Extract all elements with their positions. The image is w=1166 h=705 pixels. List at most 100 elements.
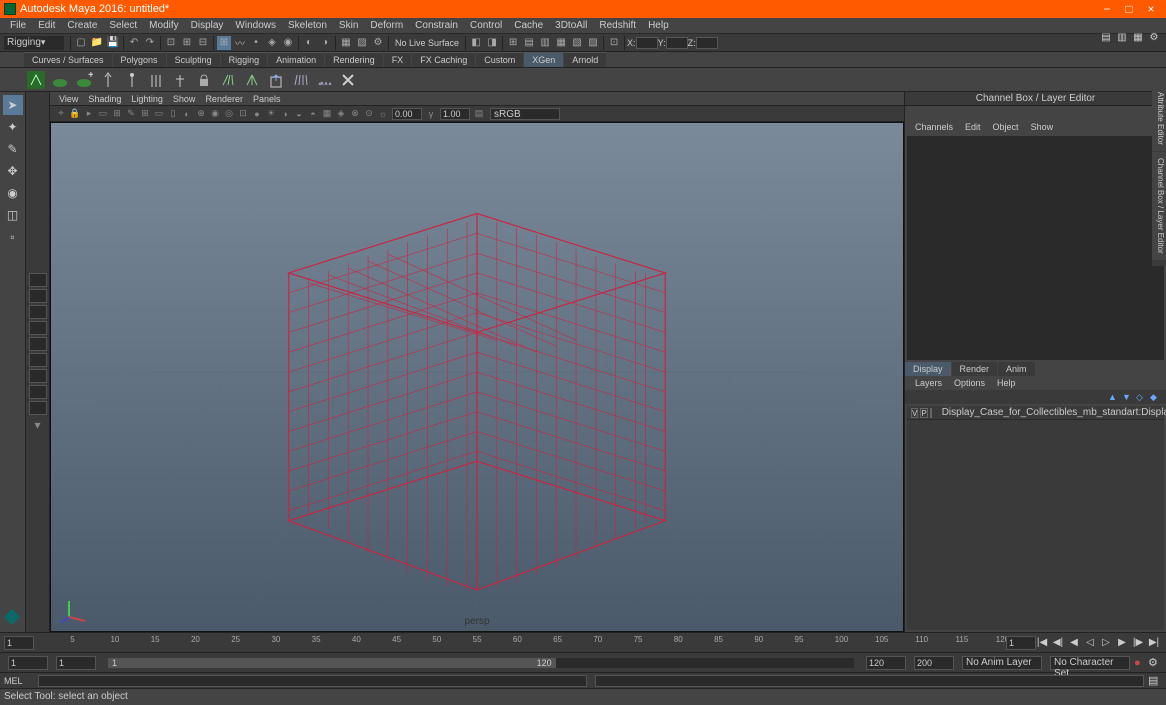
- range-start-outer-input[interactable]: [8, 656, 48, 670]
- xgen-description-icon[interactable]: [50, 70, 70, 90]
- layout-uv-icon[interactable]: [29, 401, 47, 415]
- modeling-toolkit-toggle-icon[interactable]: ⚙: [1147, 30, 1161, 44]
- select-hierarchy-icon[interactable]: ⊡: [164, 36, 178, 50]
- menu-create[interactable]: Create: [61, 20, 103, 31]
- undo-icon[interactable]: ↶: [127, 36, 141, 50]
- layout-outliner-icon[interactable]: [29, 353, 47, 367]
- channel-menu-edit[interactable]: Edit: [959, 122, 987, 132]
- side-tab-attribute-editor[interactable]: Attribute Editor: [1152, 86, 1166, 151]
- layer-menu-options[interactable]: Options: [948, 378, 991, 388]
- vp-menu-renderer[interactable]: Renderer: [200, 94, 248, 104]
- go-to-start-icon[interactable]: |◀: [1035, 636, 1049, 650]
- vp-lock-camera-icon[interactable]: 🔒: [69, 108, 81, 120]
- vp-menu-lighting[interactable]: Lighting: [126, 94, 168, 104]
- layer-menu-help[interactable]: Help: [991, 378, 1022, 388]
- anim-layer-dropdown[interactable]: No Anim Layer: [962, 656, 1042, 670]
- scale-tool-icon[interactable]: ◫: [3, 205, 23, 225]
- menu-skeleton[interactable]: Skeleton: [282, 20, 333, 31]
- tab-custom[interactable]: Custom: [476, 52, 523, 67]
- command-input[interactable]: [38, 675, 587, 687]
- vp-view-transform-icon[interactable]: ▤: [473, 108, 485, 120]
- channel-menu-show[interactable]: Show: [1025, 122, 1060, 132]
- panel-icon[interactable]: ▤: [522, 36, 536, 50]
- xgen-noise-icon[interactable]: [314, 70, 334, 90]
- panel4-icon[interactable]: ▧: [570, 36, 584, 50]
- menu-select[interactable]: Select: [103, 20, 143, 31]
- xgen-guide3-icon[interactable]: [146, 70, 166, 90]
- panel5-icon[interactable]: ▨: [586, 36, 600, 50]
- tab-sculpting[interactable]: Sculpting: [167, 52, 220, 67]
- tab-curves-surfaces[interactable]: Curves / Surfaces: [24, 52, 112, 67]
- channel-box-toggle-icon[interactable]: ▦: [1131, 30, 1145, 44]
- select-component-icon[interactable]: ⊟: [196, 36, 210, 50]
- layout-three-icon[interactable]: [29, 337, 47, 351]
- snap-curve-icon[interactable]: 〰: [233, 36, 247, 50]
- vp-grid-icon[interactable]: ⊞: [139, 108, 151, 120]
- prefs-icon[interactable]: ⚙: [1148, 656, 1162, 669]
- channel-menu-object[interactable]: Object: [987, 122, 1025, 132]
- menu-redshift[interactable]: Redshift: [593, 20, 642, 31]
- paint-tool-icon[interactable]: ✎: [3, 139, 23, 159]
- step-forward-key-icon[interactable]: |▶: [1131, 636, 1145, 650]
- play-back-icon[interactable]: ◁: [1083, 636, 1097, 650]
- x-input[interactable]: [636, 37, 658, 49]
- render-icon[interactable]: ▦: [339, 36, 353, 50]
- menu-windows[interactable]: Windows: [229, 20, 282, 31]
- menu-help[interactable]: Help: [642, 20, 675, 31]
- layout-two-v-icon[interactable]: [29, 321, 47, 335]
- layer-visibility-toggle[interactable]: V: [911, 408, 918, 418]
- time-slider[interactable]: 5 10 15 20 25 30 35 40 45 50 55 60 65 70…: [0, 633, 1166, 653]
- vp-resolution-gate-icon[interactable]: ▯: [167, 108, 179, 120]
- vp-shadows-icon[interactable]: ◑: [279, 108, 291, 120]
- side-tab-channel-box[interactable]: Channel Box / Layer Editor: [1152, 152, 1166, 260]
- go-to-end-icon[interactable]: ▶|: [1147, 636, 1161, 650]
- layer-tab-render[interactable]: Render: [952, 362, 998, 376]
- construction-history-icon[interactable]: ◧: [469, 36, 483, 50]
- z-input[interactable]: [696, 37, 718, 49]
- vp-ao-icon[interactable]: ◒: [293, 108, 305, 120]
- tool-settings-toggle-icon[interactable]: ▥: [1115, 30, 1129, 44]
- last-tool-icon[interactable]: ▫: [3, 227, 23, 247]
- xgen-clump-icon[interactable]: [290, 70, 310, 90]
- layout-two-h-icon[interactable]: [29, 305, 47, 319]
- panel3-icon[interactable]: ▦: [554, 36, 568, 50]
- xgen-add-icon[interactable]: +: [74, 70, 94, 90]
- tab-rigging[interactable]: Rigging: [221, 52, 268, 67]
- menu-skin[interactable]: Skin: [333, 20, 364, 31]
- vp-menu-shading[interactable]: Shading: [83, 94, 126, 104]
- vp-motion-blur-icon[interactable]: ◓: [307, 108, 319, 120]
- range-slider[interactable]: 1120: [108, 658, 854, 668]
- step-forward-icon[interactable]: ▶: [1115, 636, 1129, 650]
- viewport-3d[interactable]: persp: [50, 122, 904, 632]
- menu-modify[interactable]: Modify: [143, 20, 184, 31]
- lasso-tool-icon[interactable]: ✦: [3, 117, 23, 137]
- menu-control[interactable]: Control: [464, 20, 508, 31]
- vp-menu-show[interactable]: Show: [168, 94, 201, 104]
- xgen-guide2-icon[interactable]: [122, 70, 142, 90]
- vp-use-lights-icon[interactable]: ☀: [265, 108, 277, 120]
- vp-gate-mask-icon[interactable]: ◐: [181, 108, 193, 120]
- snap-plane-icon[interactable]: ◈: [265, 36, 279, 50]
- menu-edit[interactable]: Edit: [32, 20, 61, 31]
- layer-move-up-icon[interactable]: ▲: [1108, 392, 1118, 402]
- layout-hypershade-icon[interactable]: [29, 385, 47, 399]
- render-settings-icon[interactable]: ⚙: [371, 36, 385, 50]
- history-off-icon[interactable]: ◑: [318, 36, 332, 50]
- vp-menu-view[interactable]: View: [54, 94, 83, 104]
- current-frame-input-2[interactable]: [1006, 636, 1036, 650]
- range-slider-thumb[interactable]: 1120: [108, 658, 556, 668]
- xgen-create-icon[interactable]: [26, 70, 46, 90]
- snap-grid-icon[interactable]: ⊞: [217, 36, 231, 50]
- attribute-editor-toggle-icon[interactable]: ▤: [1099, 30, 1113, 44]
- vp-isolate-icon[interactable]: ⊙: [363, 108, 375, 120]
- menu-cache[interactable]: Cache: [508, 20, 549, 31]
- layer-playback-toggle[interactable]: P: [920, 408, 927, 418]
- channel-menu-channels[interactable]: Channels: [909, 122, 959, 132]
- layout-graph-icon[interactable]: [29, 369, 47, 383]
- command-lang-label[interactable]: MEL: [4, 676, 34, 686]
- step-back-key-icon[interactable]: ◀|: [1051, 636, 1065, 650]
- range-start-inner-input[interactable]: [56, 656, 96, 670]
- layer-new-selected-icon[interactable]: ◆: [1150, 392, 1160, 402]
- xgen-lock-icon[interactable]: [194, 70, 214, 90]
- tab-animation[interactable]: Animation: [268, 52, 324, 67]
